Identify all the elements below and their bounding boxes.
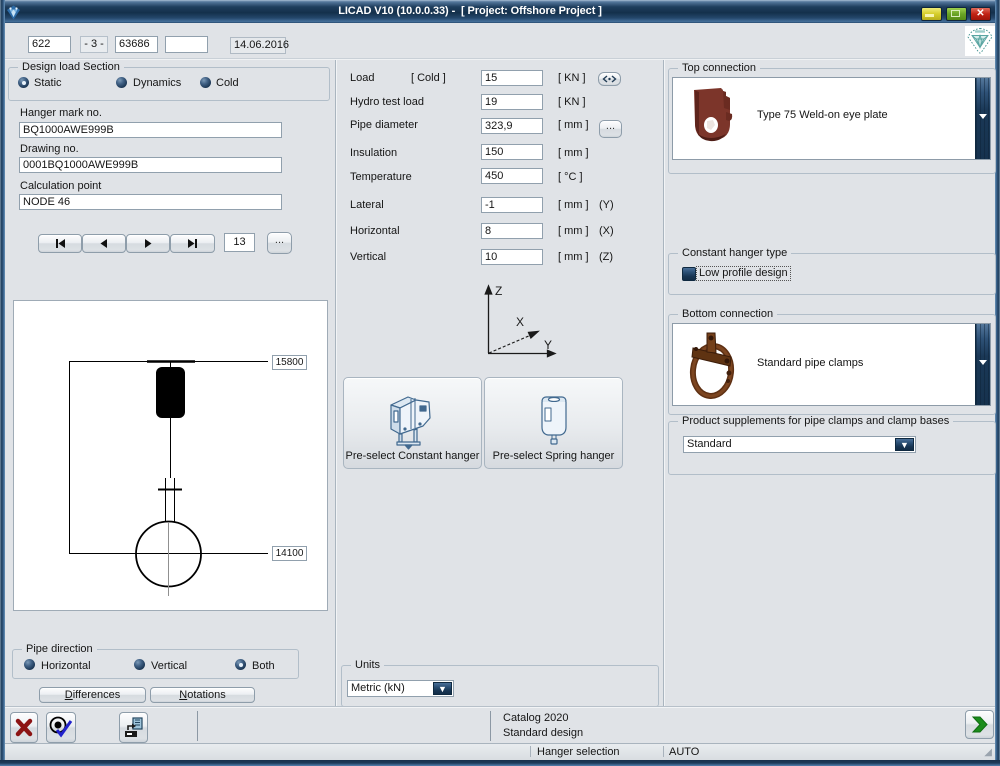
svg-text:X: X (516, 315, 524, 329)
svg-text:Y: Y (544, 338, 552, 352)
svg-text:Z: Z (495, 284, 502, 298)
